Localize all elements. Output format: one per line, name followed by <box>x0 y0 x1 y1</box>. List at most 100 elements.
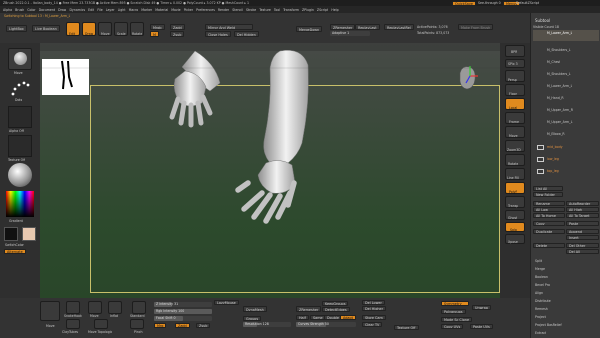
del-higher-button[interactable]: Del Higher <box>362 306 386 311</box>
brush-inflat[interactable] <box>108 301 122 314</box>
ghost-button[interactable]: Ghost <box>505 210 525 220</box>
menu-texture[interactable]: Texture <box>259 8 271 12</box>
mrgb-bottom-button[interactable]: Mrg <box>154 323 167 328</box>
brush-snakehook[interactable] <box>66 301 80 314</box>
menu-marker[interactable]: Marker <box>141 8 152 12</box>
brush-move-topologic[interactable] <box>94 319 108 329</box>
frame-button[interactable]: Frame <box>505 112 525 124</box>
brush-move-large[interactable] <box>40 301 60 321</box>
xpose-button[interactable]: Xpose <box>505 234 525 244</box>
adaptive-slider[interactable]: Adaptive 1 <box>330 31 370 36</box>
zadd-bottom-button[interactable]: Zadd <box>175 323 190 328</box>
menu-zplugin[interactable]: ZPlugin <box>302 8 314 12</box>
list-all-button[interactable]: List All <box>533 186 563 191</box>
menu-tool[interactable]: Tool <box>274 8 280 12</box>
line-fill-button[interactable]: Line Fill <box>505 168 525 180</box>
mrgb-button[interactable]: Mrgb <box>150 24 165 30</box>
menu-help[interactable]: Help <box>331 8 338 12</box>
adapt-button[interactable]: Adapt <box>340 315 356 320</box>
subtool-item[interactable]: M_Lower_Arm_L <box>533 78 599 89</box>
insert-button[interactable]: Insert <box>566 235 599 240</box>
folder-name[interactable]: mid_body <box>547 145 563 149</box>
local-button[interactable]: Local <box>505 98 525 110</box>
zadd-button[interactable]: Zadd <box>170 24 185 30</box>
del-lower-button[interactable]: Del Lower <box>362 300 385 305</box>
alpha-thumb[interactable] <box>8 106 32 128</box>
mirror-weld-button[interactable]: Mirror And Weld <box>205 24 253 30</box>
menu-render[interactable]: Render <box>218 8 229 12</box>
detect-edges-button[interactable]: DetectEdges <box>322 307 350 312</box>
menu-dynamics[interactable]: Dynamics <box>69 8 85 12</box>
m-button[interactable]: M <box>150 31 159 37</box>
z-intensity-slider[interactable]: Z Intensity 31 <box>154 302 212 307</box>
menu-macro[interactable]: Macro <box>129 8 139 12</box>
align-menu[interactable]: Align <box>535 291 543 295</box>
zoom3d-button[interactable]: Zoom3D <box>505 140 525 152</box>
switch-color-label[interactable]: SwitchColor <box>5 243 24 247</box>
project-menu[interactable]: Project <box>535 315 546 319</box>
rotate-view-button[interactable]: Rotate <box>505 154 525 166</box>
quicksave-button[interactable]: QuickSave <box>452 0 476 6</box>
subtool-header[interactable]: Subtool <box>535 18 550 23</box>
subtool-item[interactable]: M_Shoulders_L <box>533 66 599 77</box>
copy-button[interactable]: Copy <box>533 221 565 226</box>
polyf-button[interactable]: PolyF <box>505 182 525 194</box>
rotate-button[interactable]: Rotate <box>130 22 144 36</box>
zsub-bottom-button[interactable]: Zsub <box>196 323 211 328</box>
split-menu[interactable]: Split <box>535 259 542 263</box>
new-folder-button[interactable]: New Folder <box>533 192 563 197</box>
make-from-brush-button[interactable]: Make From Brush <box>458 24 494 30</box>
menu-preferences[interactable]: Preferences <box>196 8 215 12</box>
secondary-color-swatch[interactable] <box>22 227 36 241</box>
draw-button[interactable]: Draw <box>82 22 96 36</box>
paste-uvs-button[interactable]: Paste UVs <box>470 324 493 329</box>
project-basrelief-menu[interactable]: Project BasRelief <box>535 323 562 327</box>
scale-button[interactable]: Scale <box>114 22 128 36</box>
boolean-menu[interactable]: Boolean <box>535 275 548 279</box>
extract-menu[interactable]: Extract <box>535 331 546 335</box>
menu-movie[interactable]: Movie <box>171 8 180 12</box>
polygroups-button[interactable]: Polygroups <box>441 309 466 314</box>
bpr-button[interactable]: BPR <box>505 45 525 57</box>
folder-icon[interactable] <box>537 169 544 174</box>
keep-groups-button[interactable]: KeepGroups <box>322 301 349 306</box>
folder-icon[interactable] <box>537 157 544 162</box>
brush-standard[interactable] <box>132 301 146 314</box>
store-cam-button[interactable]: Store Cam <box>362 315 386 320</box>
menu-layer[interactable]: Layer <box>106 8 115 12</box>
alternate-button[interactable]: Alternate <box>4 249 26 254</box>
clear-tv-button[interactable]: Clear TV <box>362 322 383 327</box>
subtool-item[interactable]: M_Upper_Arm_L <box>533 114 599 125</box>
menu-color[interactable]: Color <box>27 8 35 12</box>
groups-button[interactable]: Groups <box>243 316 262 321</box>
autoreorder-button[interactable]: AutoReorder <box>566 201 599 206</box>
zremesher-bottom-button[interactable]: ZRemesher <box>296 306 322 312</box>
del-hidden-button[interactable]: Del Hidden <box>234 31 259 37</box>
move-brush-thumb[interactable] <box>8 48 32 70</box>
menu-file[interactable]: File <box>97 8 102 12</box>
all-high-button[interactable]: All High <box>566 207 599 212</box>
subtool-item[interactable]: M_Hand_R <box>533 90 599 101</box>
duplicate-button[interactable]: Duplicate <box>533 229 565 234</box>
del-all-button[interactable]: Del All <box>566 249 599 254</box>
lightbox-button[interactable]: LightBox <box>6 25 27 32</box>
all-to-home-button[interactable]: All To Home <box>533 213 565 218</box>
replay-last-button[interactable]: ReplayLast <box>355 24 380 30</box>
subtool-item[interactable]: M_Upper_Arm_R <box>533 102 599 113</box>
zremesher-shelf-button[interactable]: ZRemesher <box>330 24 356 30</box>
menu-stencil[interactable]: Stencil <box>232 8 243 12</box>
all-low-button[interactable]: All Low <box>533 207 565 212</box>
zsub-button[interactable]: Zsub <box>170 31 185 37</box>
half-button[interactable]: Half <box>296 315 309 320</box>
append-button[interactable]: Append <box>566 229 599 234</box>
all-to-target-button[interactable]: All To Target <box>566 213 599 218</box>
brush-move-small[interactable] <box>88 301 102 314</box>
close-holes-button[interactable]: Close Holes <box>205 31 231 37</box>
menu-alpha[interactable]: Alpha <box>3 8 12 12</box>
stroke-dots-thumb[interactable] <box>9 80 31 98</box>
menu-stroke[interactable]: Stroke <box>246 8 256 12</box>
folder-name[interactable]: low_leg <box>547 157 559 161</box>
texture-thumb[interactable] <box>8 135 32 157</box>
copy-uvs-button[interactable]: Copy UVs <box>441 324 464 329</box>
lazy-mouse-button[interactable]: LazyMouse <box>214 300 239 305</box>
